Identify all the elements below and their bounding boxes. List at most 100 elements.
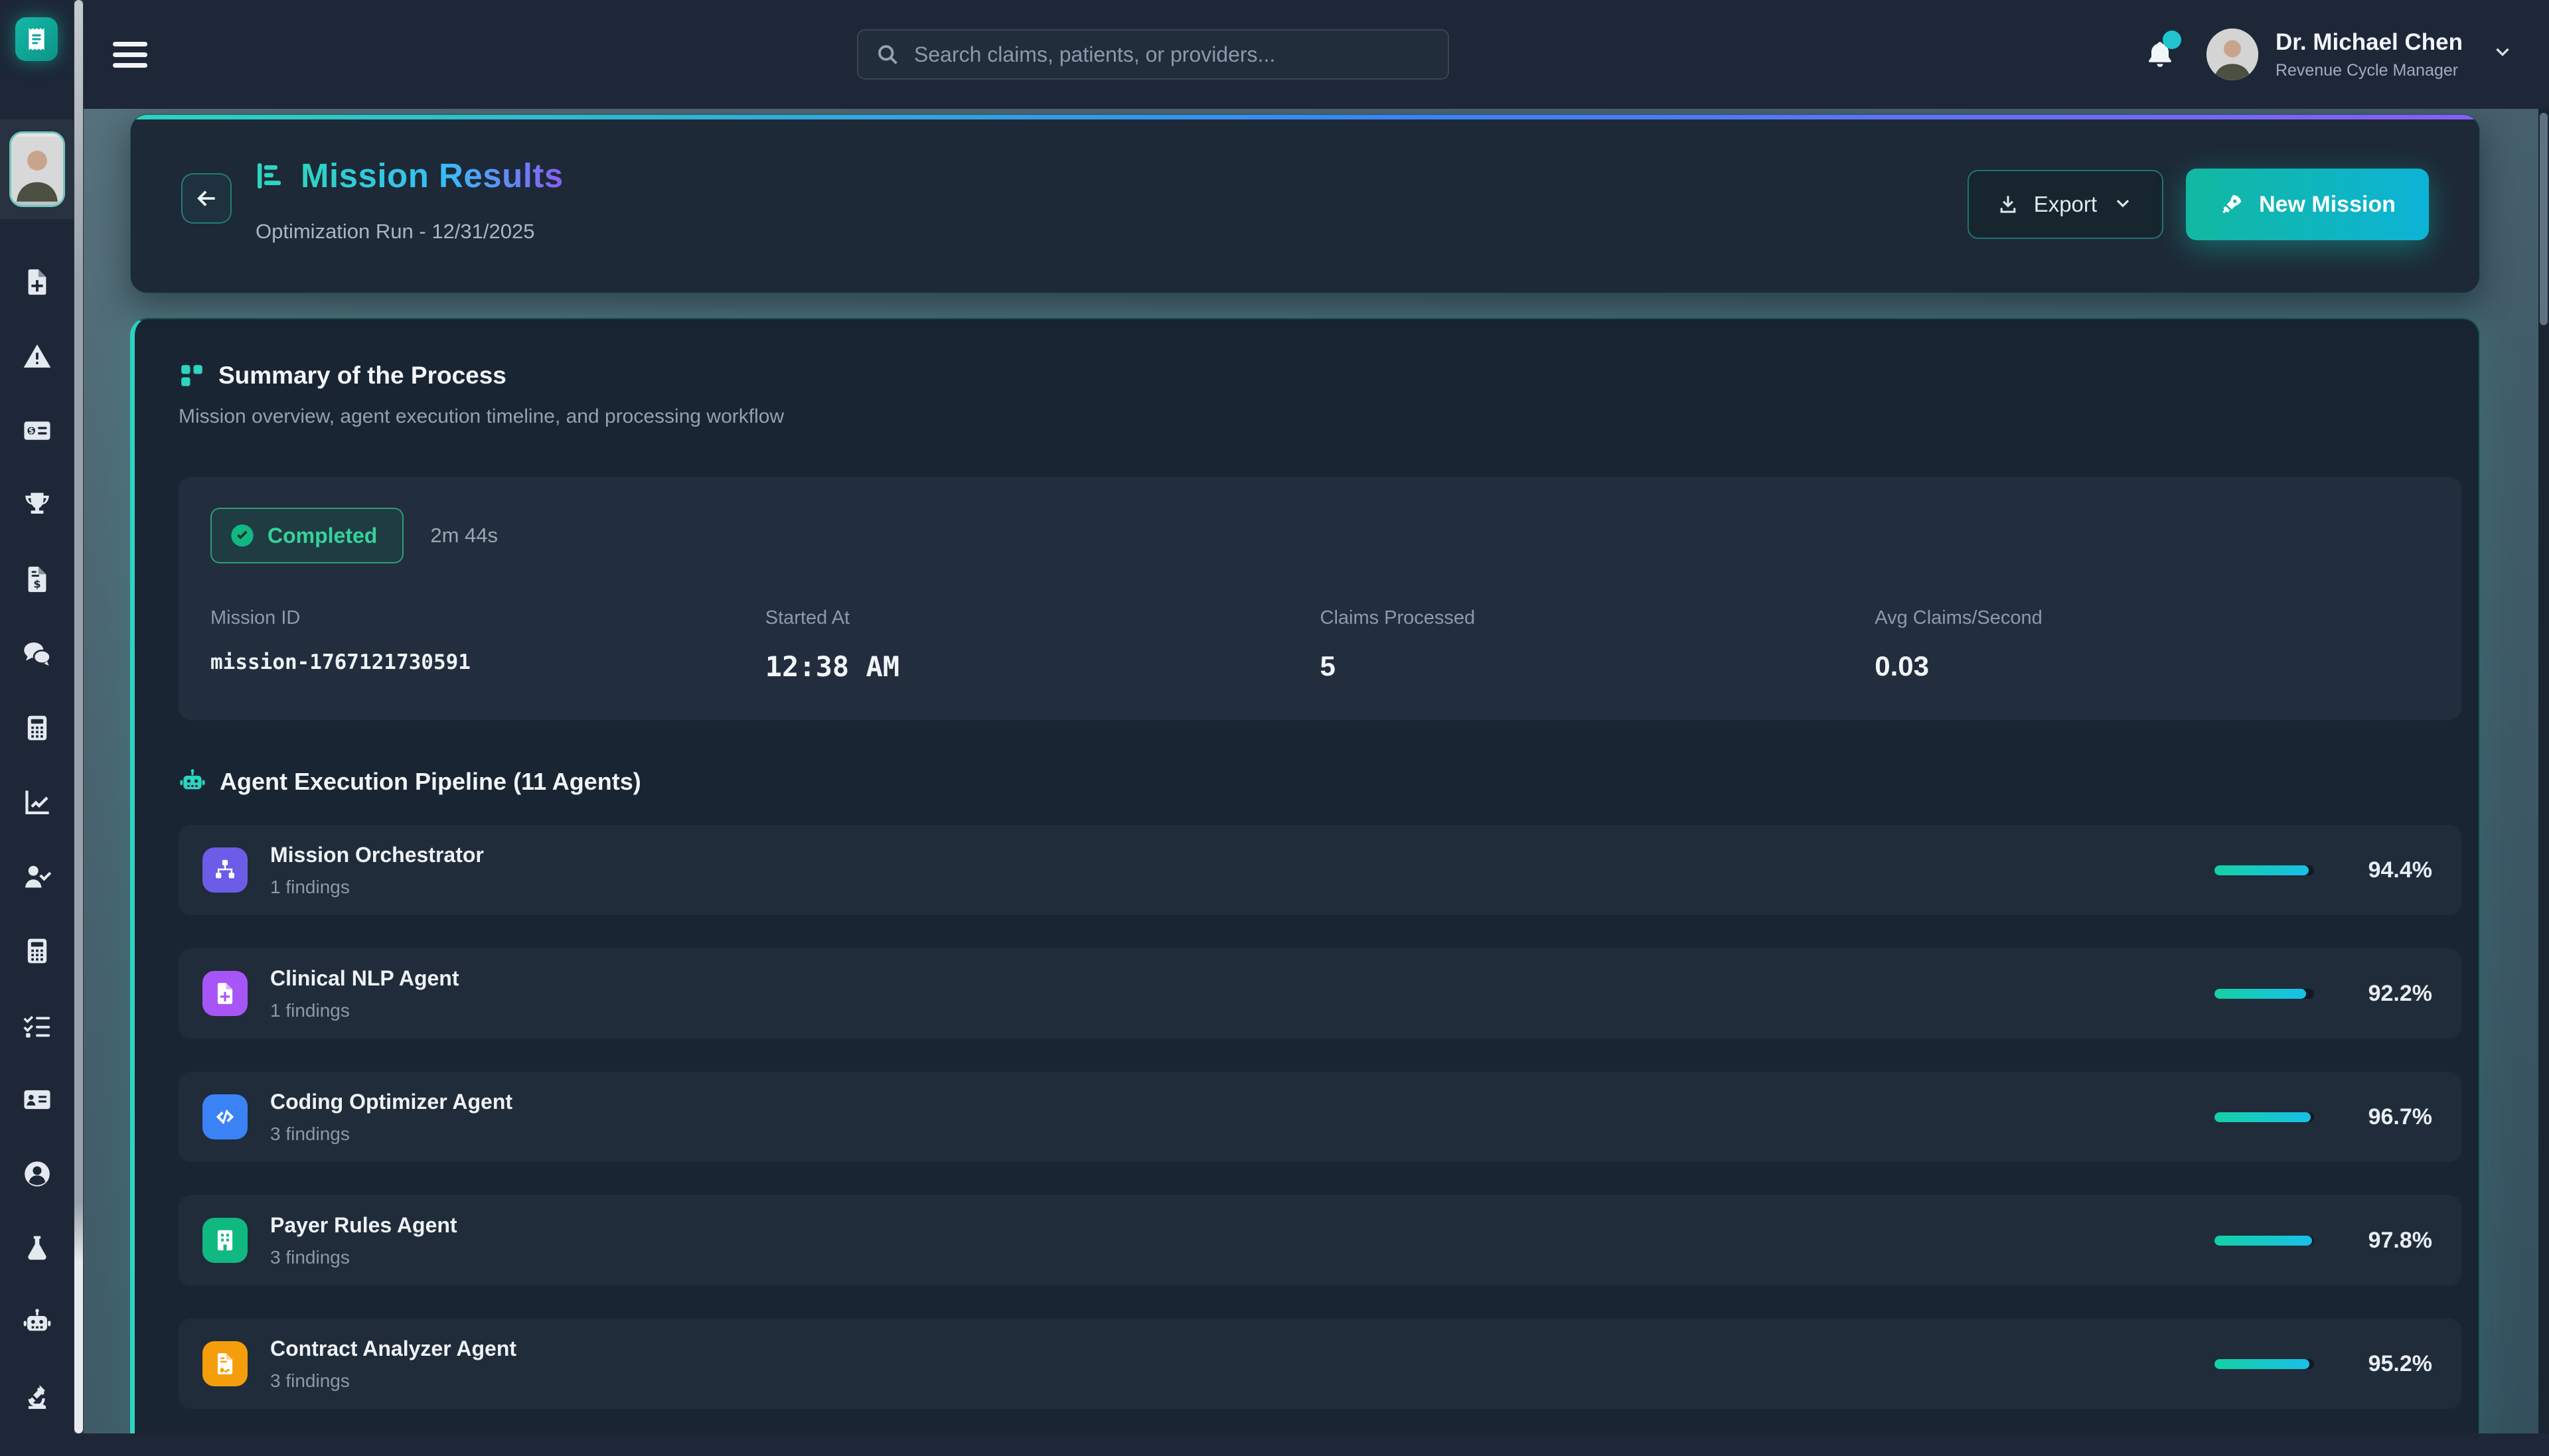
file-contract-icon: [202, 1341, 248, 1386]
global-search[interactable]: [857, 29, 1449, 80]
flask-icon[interactable]: [22, 1233, 52, 1264]
calculator-icon[interactable]: [22, 936, 52, 966]
stat-avg-claims-second: Avg Claims/Second 0.03: [1875, 607, 2430, 683]
sidebar-nav: $$: [0, 267, 74, 1456]
id-card-icon[interactable]: [22, 1084, 52, 1115]
notifications-button[interactable]: [2144, 37, 2176, 72]
agent-name: Clinical NLP Agent: [270, 966, 2214, 991]
user-menu-button[interactable]: [2491, 41, 2514, 68]
menu-toggle-button[interactable]: [113, 36, 150, 72]
person-photo-icon: [2206, 29, 2258, 80]
page-subtitle: Optimization Run - 12/31/2025: [256, 220, 534, 244]
main-content: Mission Results Optimization Run - 12/31…: [84, 109, 2538, 1433]
summary-title: Summary of the Process: [218, 362, 506, 390]
svg-text:$: $: [33, 578, 40, 591]
search-icon: [876, 42, 899, 66]
list-check-icon[interactable]: [22, 1010, 52, 1041]
page-scrollbar[interactable]: [2538, 109, 2549, 1433]
agent-name: Contract Analyzer Agent: [270, 1337, 2214, 1361]
status-badge-label: Completed: [268, 524, 377, 548]
summary-subtitle: Mission overview, agent execution timeli…: [179, 405, 2461, 428]
code-icon: [202, 1094, 248, 1139]
robot-icon: [179, 768, 206, 796]
agent-confidence-bar-fill: [2214, 1359, 2309, 1369]
gradient-accent-bar: [131, 115, 2479, 119]
page-title-row: Mission Results: [254, 156, 564, 195]
receipt-icon: [23, 26, 50, 52]
notification-unread-dot: [2163, 31, 2181, 49]
download-icon: [1997, 193, 2019, 216]
agent-findings: 3 findings: [270, 1247, 2214, 1268]
mission-results-header-card: Mission Results Optimization Run - 12/31…: [130, 114, 2480, 293]
file-plus-icon[interactable]: [22, 267, 52, 297]
agent-row[interactable]: Contract Analyzer Agent 3 findings 95.2%: [179, 1319, 2461, 1409]
sitemap-icon: [202, 847, 248, 893]
app-logo[interactable]: [15, 17, 58, 61]
chart-bars-icon: [254, 160, 286, 192]
agent-findings: 1 findings: [270, 877, 2214, 898]
pipeline-section-head: Agent Execution Pipeline (11 Agents): [179, 768, 2461, 796]
rocket-icon: [2219, 192, 2244, 217]
building-icon: [202, 1218, 248, 1263]
stat-mission-id: Mission ID mission-1767121730591: [210, 607, 765, 683]
pipeline-title: Agent Execution Pipeline (11 Agents): [220, 768, 641, 796]
person-photo-icon: [11, 133, 63, 205]
agent-findings: 3 findings: [270, 1124, 2214, 1145]
svg-text:$: $: [28, 426, 34, 435]
stat-started-at: Started At 12:38 AM: [765, 607, 1320, 683]
sidebar-scrollbar-thumb[interactable]: [74, 0, 83, 1433]
arrow-left-icon: [194, 186, 219, 211]
agent-confidence-bar: [2214, 1236, 2314, 1246]
trophy-icon[interactable]: [22, 490, 52, 520]
search-input[interactable]: [914, 42, 1430, 67]
status-badge: Completed: [210, 508, 404, 563]
new-mission-button[interactable]: New Mission: [2186, 169, 2429, 240]
file-invoice-dollar-icon[interactable]: $: [22, 564, 52, 595]
sidebar-profile-avatar[interactable]: [9, 131, 65, 207]
agent-row[interactable]: Payer Rules Agent 3 findings 97.8%: [179, 1195, 2461, 1285]
circle-user-icon[interactable]: [22, 1159, 52, 1189]
sidebar: $$: [0, 0, 84, 1433]
triangle-alert-icon[interactable]: [22, 341, 52, 372]
agent-name: Payer Rules Agent: [270, 1213, 2214, 1238]
user-name: Dr. Michael Chen: [2276, 29, 2463, 56]
agent-confidence-value: 96.7%: [2333, 1104, 2432, 1130]
user-info[interactable]: Dr. Michael Chen Revenue Cycle Manager: [2276, 29, 2463, 80]
calculator-icon[interactable]: [22, 713, 52, 743]
robot-icon[interactable]: [22, 1307, 52, 1338]
agent-confidence-bar-fill: [2214, 865, 2309, 875]
agent-confidence-value: 97.8%: [2333, 1228, 2432, 1254]
user-role: Revenue Cycle Manager: [2276, 61, 2463, 80]
agent-row[interactable]: Clinical NLP Agent 1 findings 92.2%: [179, 948, 2461, 1039]
agent-confidence-bar-fill: [2214, 1112, 2311, 1122]
agent-confidence-bar: [2214, 1359, 2314, 1369]
export-button-label: Export: [2034, 192, 2097, 217]
header-actions: Export New Mission: [1968, 170, 2429, 239]
agent-list: Mission Orchestrator 1 findings 94.4% Cl…: [179, 825, 2461, 1409]
user-check-icon[interactable]: [22, 861, 52, 892]
agent-confidence-value: 94.4%: [2333, 857, 2432, 883]
mission-stats-grid: Mission ID mission-1767121730591 Started…: [210, 607, 2430, 683]
chart-line-icon[interactable]: [22, 787, 52, 818]
workflow-icon: [179, 362, 205, 389]
page-scrollbar-thumb[interactable]: [2540, 113, 2548, 325]
agent-confidence-bar: [2214, 1112, 2314, 1122]
agent-name: Mission Orchestrator: [270, 843, 2214, 867]
agent-findings: 3 findings: [270, 1370, 2214, 1392]
agent-row[interactable]: Coding Optimizer Agent 3 findings 96.7%: [179, 1072, 2461, 1162]
microscope-icon[interactable]: [22, 1382, 52, 1412]
topbar: Dr. Michael Chen Revenue Cycle Manager: [84, 0, 2549, 109]
stat-claims-processed: Claims Processed 5: [1320, 607, 1875, 683]
comments-icon[interactable]: [22, 638, 52, 669]
back-button[interactable]: [181, 173, 232, 224]
export-button[interactable]: Export: [1968, 170, 2163, 239]
money-check-icon[interactable]: $: [22, 415, 52, 446]
user-avatar[interactable]: [2206, 29, 2258, 80]
chevron-down-icon: [2112, 193, 2134, 216]
page-title: Mission Results: [301, 156, 564, 195]
file-plus-icon: [202, 971, 248, 1016]
sidebar-scrollbar[interactable]: [74, 0, 84, 1433]
agent-row[interactable]: Mission Orchestrator 1 findings 94.4%: [179, 825, 2461, 915]
check-circle-icon: [229, 522, 256, 549]
agent-confidence-bar: [2214, 989, 2314, 999]
